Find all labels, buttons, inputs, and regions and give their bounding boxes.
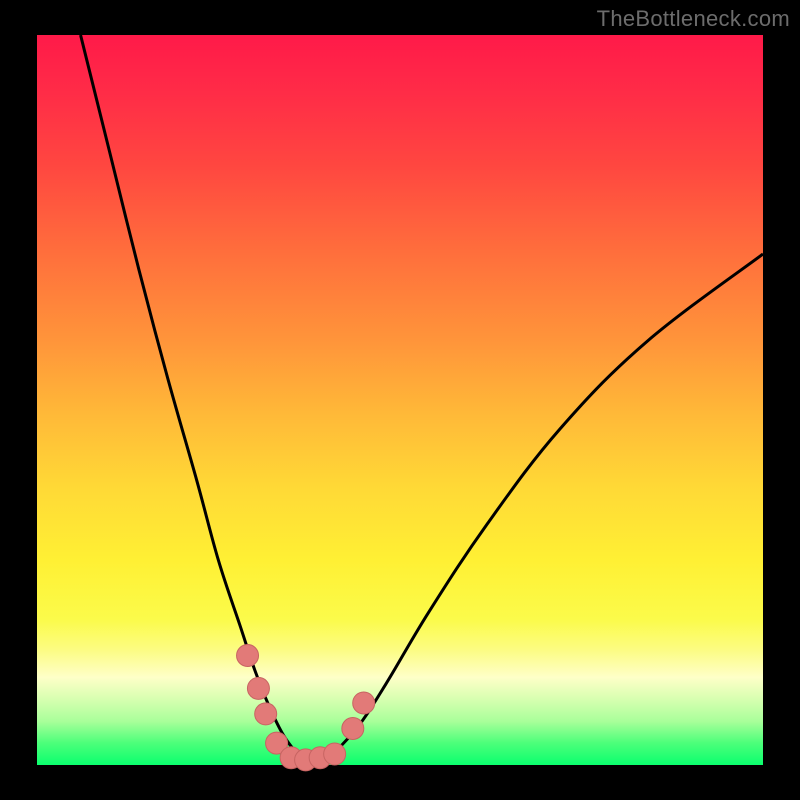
curve-svg [37,35,763,765]
data-marker [247,677,269,699]
chart-frame: TheBottleneck.com [0,0,800,800]
marker-group [237,645,375,771]
data-marker [255,703,277,725]
data-marker [353,692,375,714]
bottleneck-curve [81,35,763,762]
data-marker [324,743,346,765]
plot-area [37,35,763,765]
curve-path-group [81,35,763,762]
watermark-text: TheBottleneck.com [597,6,790,32]
data-marker [237,645,259,667]
data-marker [342,718,364,740]
